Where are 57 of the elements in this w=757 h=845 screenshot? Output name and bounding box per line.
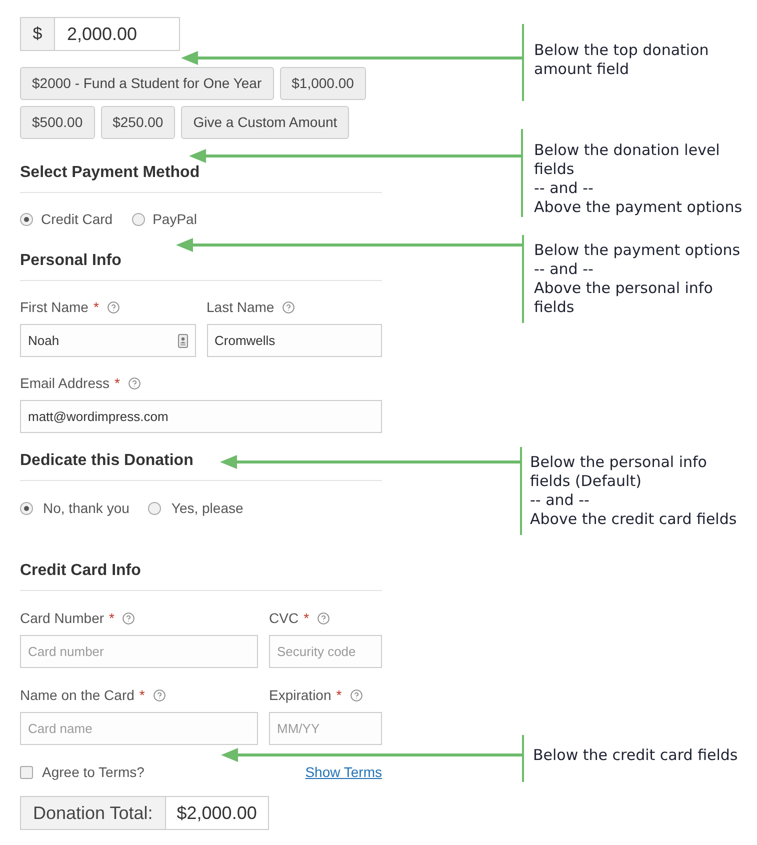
callout-text: Below the top donation amount field	[534, 41, 709, 79]
field-label: Expiration	[269, 686, 332, 704]
callout-text: Below the donation level fields -- and -- Above the payment options	[534, 141, 742, 217]
text-field[interactable]: matt@wordimpress.com	[20, 400, 382, 433]
required-mark: *	[139, 686, 145, 704]
field-label: Name on the Card	[20, 686, 134, 704]
required-mark: *	[109, 609, 114, 627]
currency-symbol: $	[20, 17, 55, 51]
help-icon[interactable]	[317, 612, 330, 624]
section-heading: Credit Card Info	[20, 561, 141, 581]
text-field[interactable]: Card name	[20, 712, 258, 745]
required-mark: *	[336, 686, 342, 704]
required-mark: *	[304, 609, 310, 627]
donation-level-button[interactable]: $500.00	[20, 106, 95, 139]
text-field[interactable]: Cromwells	[206, 324, 382, 357]
section-heading: Dedicate this Donation	[20, 451, 194, 471]
donation-level-button[interactable]: $2000 - Fund a Student for One Year	[20, 67, 274, 100]
callout-text: Below the payment options -- and -- Above the personal info fields	[534, 241, 740, 317]
contact-card-icon[interactable]	[178, 334, 188, 348]
section-heading: Personal Info	[20, 251, 122, 271]
text-field[interactable]: Noah	[20, 324, 196, 357]
field-label: Last Name	[206, 298, 274, 316]
text-field[interactable]: Card number	[20, 635, 258, 668]
radio-button[interactable]	[20, 212, 33, 226]
amount-field[interactable]: 2,000.00	[55, 17, 180, 51]
help-icon[interactable]	[128, 376, 141, 390]
text-field[interactable]: Security code	[269, 635, 382, 668]
help-icon[interactable]	[350, 688, 363, 702]
radio-button[interactable]	[20, 502, 33, 514]
field-label: Card Number	[20, 609, 104, 627]
radio-label[interactable]: PayPal	[152, 209, 197, 229]
field-label: CVC	[269, 609, 299, 627]
required-mark: *	[93, 298, 99, 316]
text-field[interactable]: MM/YY	[269, 712, 382, 745]
radio-button[interactable]	[132, 212, 145, 226]
donation-total-label: Donation Total:	[20, 796, 166, 830]
callout-text: Below the personal info fields (Default) -- and -- Above the credit card fields	[530, 453, 737, 529]
field-label: First Name	[20, 298, 88, 316]
donation-level-button[interactable]: $1,000.00	[280, 67, 366, 100]
radio-label[interactable]: No, thank you	[43, 498, 130, 518]
field-label: Email Address	[20, 374, 110, 392]
radio-label[interactable]: Yes, please	[171, 498, 244, 518]
checkbox-label[interactable]: Agree to Terms?	[42, 762, 144, 782]
help-icon[interactable]	[152, 688, 166, 702]
help-icon[interactable]	[122, 612, 136, 624]
show-terms-link[interactable]: Show Terms	[305, 762, 382, 782]
radio-label[interactable]: Credit Card	[41, 209, 113, 229]
donation-total-value: $2,000.00	[166, 796, 269, 830]
radio-button[interactable]	[148, 502, 162, 514]
help-icon[interactable]	[282, 300, 296, 314]
help-icon[interactable]	[106, 300, 120, 314]
required-mark: *	[114, 374, 120, 392]
donation-level-button[interactable]: Give a Custom Amount	[181, 106, 350, 139]
donation-level-button[interactable]: $250.00	[100, 106, 176, 139]
callout-text: Below the credit card fields	[533, 746, 738, 765]
section-heading: Select Payment Method	[20, 163, 200, 183]
checkbox[interactable]	[20, 766, 33, 778]
